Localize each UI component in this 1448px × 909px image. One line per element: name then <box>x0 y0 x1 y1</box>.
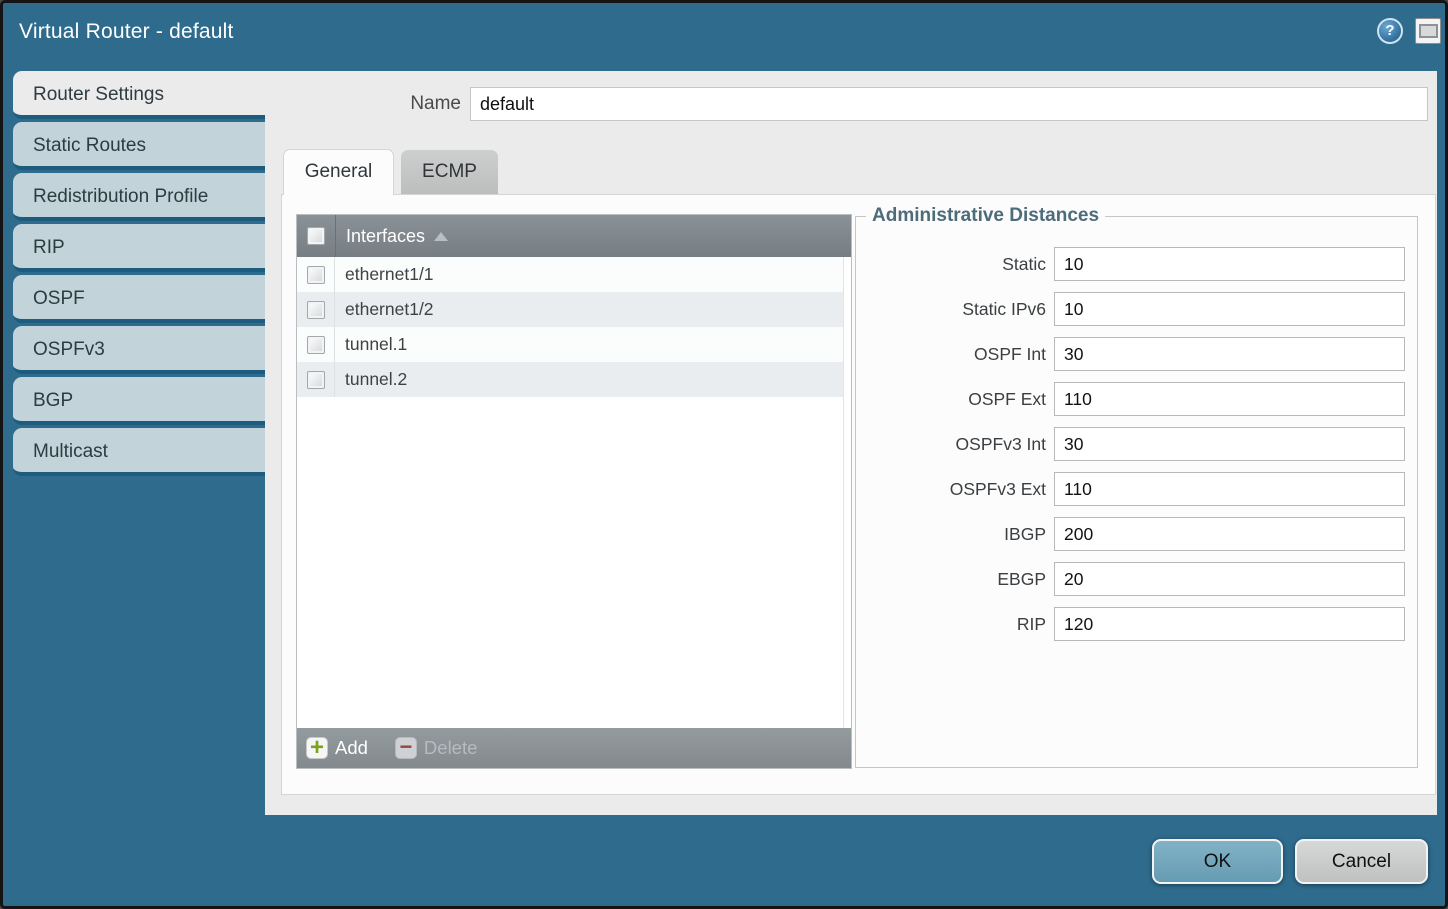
row-checkbox[interactable] <box>307 301 325 319</box>
field-label: OSPF Int <box>856 344 1054 365</box>
tab-ecmp[interactable]: ECMP <box>401 150 498 194</box>
delete-button-label: Delete <box>424 737 477 759</box>
sidebar-item[interactable]: OSPF <box>13 275 265 323</box>
field-label: RIP <box>856 614 1054 635</box>
sidebar-item-label: RIP <box>33 237 65 258</box>
name-input[interactable] <box>470 87 1428 121</box>
form-row: OSPF Ext <box>856 382 1405 416</box>
form-row: RIP <box>856 607 1405 641</box>
dialog-title: Virtual Router - default <box>19 20 234 44</box>
form-row: OSPFv3 Ext <box>856 472 1405 506</box>
sidebar-item-label: Multicast <box>33 441 108 462</box>
field-input[interactable] <box>1054 292 1405 326</box>
sidebar-item-label: OSPFv3 <box>33 339 105 360</box>
table-scrollbar[interactable] <box>843 257 851 728</box>
interfaces-column-header[interactable]: Interfaces <box>336 226 425 247</box>
row-checkbox-cell <box>297 257 335 292</box>
select-all-cell <box>297 215 336 257</box>
tab-general[interactable]: General <box>283 149 394 195</box>
field-label: OSPF Ext <box>856 389 1054 410</box>
sidebar-item-label: BGP <box>33 390 73 411</box>
row-checkbox-cell <box>297 362 335 397</box>
field-input[interactable] <box>1054 427 1405 461</box>
field-label: OSPFv3 Ext <box>856 479 1054 500</box>
window-icon[interactable] <box>1415 18 1441 44</box>
sidebar-item[interactable]: Multicast <box>13 428 265 476</box>
plus-icon: + <box>306 737 328 759</box>
row-checkbox[interactable] <box>307 371 325 389</box>
interfaces-table: Interfaces ethernet1/1 ethernet1/2 <box>296 214 852 769</box>
minus-icon: − <box>395 737 417 759</box>
interface-name: ethernet1/1 <box>335 264 434 285</box>
interfaces-table-body: ethernet1/1 ethernet1/2 tunnel.1 <box>297 257 851 728</box>
select-all-checkbox[interactable] <box>307 227 325 245</box>
virtual-router-dialog: Virtual Router - default ? Router Settin… <box>0 0 1448 909</box>
form-row: Static <box>856 247 1405 281</box>
field-input[interactable] <box>1054 382 1405 416</box>
help-icon[interactable]: ? <box>1377 18 1403 44</box>
field-label: Static <box>856 254 1054 275</box>
row-checkbox-cell <box>297 292 335 327</box>
interfaces-table-footer: + Add − Delete <box>297 728 851 768</box>
field-input[interactable] <box>1054 562 1405 596</box>
table-row[interactable]: tunnel.2 <box>297 362 843 397</box>
name-label: Name <box>333 93 461 115</box>
sidebar-item-label: OSPF <box>33 288 85 309</box>
field-input[interactable] <box>1054 607 1405 641</box>
add-button-label: Add <box>335 737 368 759</box>
form-row: IBGP <box>856 517 1405 551</box>
field-input[interactable] <box>1054 337 1405 371</box>
table-row[interactable]: ethernet1/1 <box>297 257 843 292</box>
row-checkbox-cell <box>297 327 335 362</box>
sidebar-item[interactable]: Redistribution Profile <box>13 173 265 221</box>
row-checkbox[interactable] <box>307 266 325 284</box>
sidebar-item-label: Router Settings <box>33 84 164 105</box>
ok-button[interactable]: OK <box>1152 839 1283 884</box>
field-label: IBGP <box>856 524 1054 545</box>
field-label: Static IPv6 <box>856 299 1054 320</box>
sidebar: Router Settings Static Routes Redistribu… <box>13 71 265 479</box>
field-input[interactable] <box>1054 517 1405 551</box>
field-label: EBGP <box>856 569 1054 590</box>
administrative-distances-legend: Administrative Distances <box>866 205 1105 227</box>
form-row: Static IPv6 <box>856 292 1405 326</box>
sort-ascending-icon[interactable] <box>434 232 448 241</box>
row-checkbox[interactable] <box>307 336 325 354</box>
form-row: EBGP <box>856 562 1405 596</box>
sidebar-item-label: Redistribution Profile <box>33 186 208 207</box>
sidebar-item-label: Static Routes <box>33 135 146 156</box>
interface-name: tunnel.1 <box>335 334 407 355</box>
field-input[interactable] <box>1054 472 1405 506</box>
field-label: OSPFv3 Int <box>856 434 1054 455</box>
table-row[interactable]: ethernet1/2 <box>297 292 843 327</box>
cancel-button[interactable]: Cancel <box>1295 839 1428 884</box>
field-input[interactable] <box>1054 247 1405 281</box>
interface-name: tunnel.2 <box>335 369 407 390</box>
delete-button[interactable]: − Delete <box>395 737 477 759</box>
form-row: OSPF Int <box>856 337 1405 371</box>
administrative-distances-group: Administrative Distances Static Static I… <box>855 205 1418 768</box>
sidebar-item[interactable]: Router Settings <box>13 71 265 119</box>
interface-name: ethernet1/2 <box>335 299 434 320</box>
table-row[interactable]: tunnel.1 <box>297 327 843 362</box>
window-icon-glyph <box>1419 24 1438 38</box>
add-button[interactable]: + Add <box>306 737 368 759</box>
sidebar-item[interactable]: Static Routes <box>13 122 265 170</box>
form-row: OSPFv3 Int <box>856 427 1405 461</box>
sidebar-item[interactable]: BGP <box>13 377 265 425</box>
sidebar-item[interactable]: RIP <box>13 224 265 272</box>
sidebar-item[interactable]: OSPFv3 <box>13 326 265 374</box>
interfaces-table-header[interactable]: Interfaces <box>297 215 851 257</box>
